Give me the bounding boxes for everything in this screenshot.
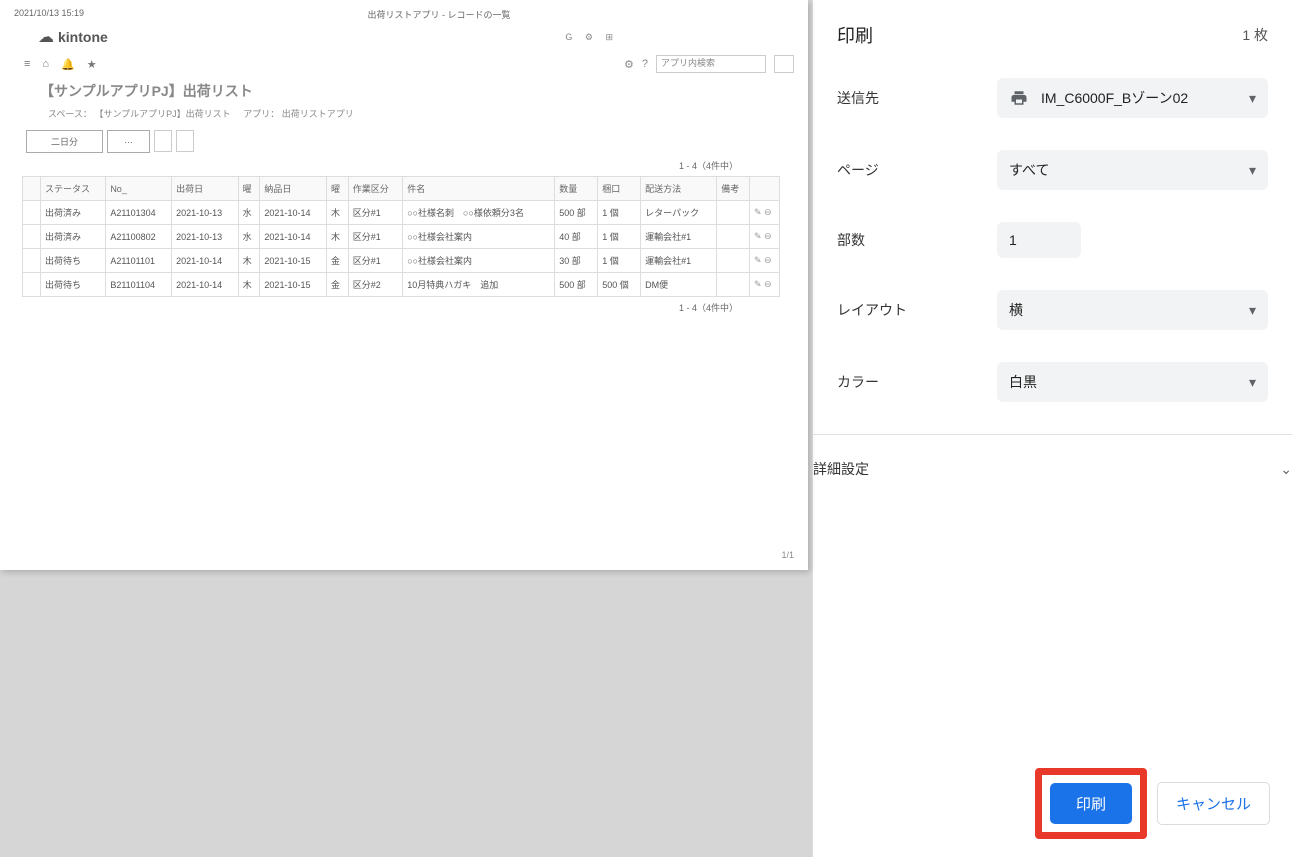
search-button: [774, 55, 794, 73]
search-input: アプリ内検索: [656, 55, 766, 73]
chevron-down-icon: ▾: [1249, 90, 1256, 107]
copies-input[interactable]: [997, 222, 1081, 258]
home-icon: ⌂: [42, 58, 49, 71]
table-header: No_: [106, 177, 172, 201]
preview-page: 2021/10/13 15:19 出荷リストアプリ - レコードの一覧 ☁ ki…: [0, 0, 808, 570]
header-small-icons: G ⚙ ⊞: [565, 32, 618, 43]
table-row: 出荷待ちB211011042021-10-14木2021-10-15金区分#21…: [23, 273, 780, 297]
row-actions: ✎ ⊖: [750, 249, 780, 273]
table-header: 作業区分: [348, 177, 402, 201]
pages-select[interactable]: すべて ▾: [997, 150, 1268, 190]
gear-icon: ⚙: [624, 58, 634, 71]
row-actions: ✎ ⊖: [750, 273, 780, 297]
table-header: 出荷日: [172, 177, 239, 201]
preview-page-number: 1/1: [781, 550, 794, 560]
copies-label: 部数: [837, 230, 997, 250]
print-dialog: 印刷 1 枚 送信先 IM_C6000F_Bゾーン02 ▾ ページ すべて: [812, 0, 1292, 857]
filter-dropdown: …: [107, 130, 150, 153]
data-table: ステータスNo_出荷日曜納品日曜作業区分件名数量梱口配送方法備考 出荷済みA21…: [22, 176, 780, 297]
row-actions: ✎ ⊖: [750, 225, 780, 249]
table-row: 出荷済みA211013042021-10-13水2021-10-14木区分#1○…: [23, 201, 780, 225]
chevron-down-icon: ▾: [1249, 374, 1256, 391]
filter-small-btn-1: [154, 130, 172, 152]
filter-view-button: 二日分: [26, 130, 103, 153]
color-label: カラー: [837, 372, 997, 392]
record-count-bottom: 1 - 4（4件中）: [0, 297, 808, 314]
destination-value: IM_C6000F_Bゾーン02: [1041, 88, 1249, 108]
table-header: 件名: [403, 177, 555, 201]
table-row: 出荷待ちA211011012021-10-14木2021-10-15金区分#1○…: [23, 249, 780, 273]
pages-label: ページ: [837, 160, 997, 180]
table-header: ステータス: [41, 177, 106, 201]
layout-label: レイアウト: [837, 300, 997, 320]
pages-value: すべて: [1009, 160, 1249, 180]
color-value: 白黒: [1009, 372, 1249, 392]
advanced-settings-toggle[interactable]: 詳細設定 ⌄: [813, 459, 1292, 479]
chevron-down-icon: ▾: [1249, 302, 1256, 319]
highlight-annotation: 印刷: [1035, 768, 1147, 839]
table-header: 数量: [555, 177, 598, 201]
table-header: 備考: [717, 177, 750, 201]
color-select[interactable]: 白黒 ▾: [997, 362, 1268, 402]
menu-icon: ≡: [24, 58, 30, 71]
preview-doc-title: 出荷リストアプリ - レコードの一覧: [368, 8, 511, 21]
destination-select[interactable]: IM_C6000F_Bゾーン02 ▾: [997, 78, 1268, 118]
chevron-down-icon: ▾: [1249, 162, 1256, 179]
layout-value: 横: [1009, 300, 1249, 320]
table-header: 納品日: [260, 177, 327, 201]
table-row: 出荷済みA211008022021-10-13水2021-10-14木区分#1○…: [23, 225, 780, 249]
preview-timestamp: 2021/10/13 15:19: [14, 8, 84, 21]
record-count-top: 1 - 4（4件中）: [0, 153, 808, 174]
bell-icon: 🔔: [61, 58, 75, 71]
row-actions: ✎ ⊖: [750, 201, 780, 225]
dialog-page-count: 1 枚: [1242, 25, 1268, 45]
printer-icon: [1009, 89, 1029, 107]
cancel-button[interactable]: キャンセル: [1157, 782, 1270, 825]
chevron-down-icon: ⌄: [1280, 461, 1292, 478]
print-preview-area: 2021/10/13 15:19 出荷リストアプリ - レコードの一覧 ☁ ki…: [0, 0, 812, 857]
table-header: 曜: [238, 177, 260, 201]
breadcrumb: スペース： 【サンプルアプリPJ】出荷リスト アプリ： 出荷リストアプリ: [0, 101, 808, 120]
advanced-label: 詳細設定: [813, 459, 869, 479]
help-icon: ?: [642, 58, 648, 70]
page-title: 【サンプルアプリPJ】出荷リスト: [0, 73, 808, 101]
brand-logo-icon: ☁: [38, 27, 54, 47]
brand-name: kintone: [58, 29, 108, 45]
print-button[interactable]: 印刷: [1050, 783, 1132, 824]
layout-select[interactable]: 横 ▾: [997, 290, 1268, 330]
table-header: 配送方法: [641, 177, 717, 201]
destination-label: 送信先: [837, 88, 997, 108]
filter-small-btn-2: [176, 130, 194, 152]
star-icon: ★: [87, 58, 97, 71]
table-header: 曜: [326, 177, 348, 201]
dialog-title: 印刷: [837, 22, 873, 48]
table-header: 梱口: [598, 177, 641, 201]
